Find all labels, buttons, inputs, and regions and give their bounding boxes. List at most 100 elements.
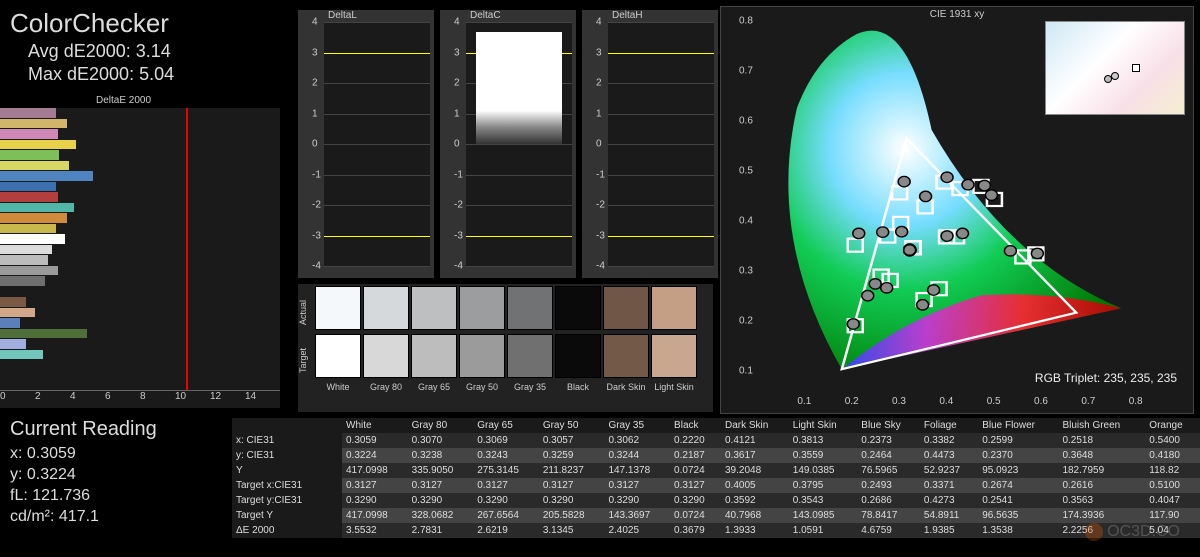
avg-de: Avg dE2000: 3.14 xyxy=(10,41,174,62)
data-cell: 76.5965 xyxy=(857,463,920,478)
cie-inset xyxy=(1045,21,1185,115)
current-fl: fL: 121.736 xyxy=(10,487,157,505)
data-cell: 4.6759 xyxy=(857,523,920,538)
data-cell: 0.3290 xyxy=(342,493,408,508)
swatch xyxy=(363,286,409,330)
data-cell: 143.0985 xyxy=(789,508,858,523)
col-header: Blue Sky xyxy=(857,418,920,433)
data-cell: 0.3069 xyxy=(473,433,539,448)
data-cell: 2.7831 xyxy=(408,523,474,538)
col-header: Gray 35 xyxy=(604,418,670,433)
row-label: Target x:CIE31 xyxy=(232,478,342,493)
de-bar xyxy=(0,108,56,118)
data-cell: 0.3679 xyxy=(670,523,721,538)
data-cell: 149.0385 xyxy=(789,463,858,478)
data-cell: 0.3057 xyxy=(539,433,605,448)
data-cell: 0.3813 xyxy=(789,433,858,448)
data-cell: 143.3697 xyxy=(604,508,670,523)
data-cell: 54.8911 xyxy=(920,508,978,523)
swatch xyxy=(411,334,457,378)
data-cell: 3.5532 xyxy=(342,523,408,538)
data-cell: 0.3062 xyxy=(604,433,670,448)
data-cell: 0.3127 xyxy=(604,478,670,493)
de-bar xyxy=(0,140,76,150)
data-table: WhiteGray 80Gray 65Gray 50Gray 35BlackDa… xyxy=(232,418,1200,538)
data-cell: 0.2599 xyxy=(978,433,1058,448)
data-cell: 0.2370 xyxy=(978,448,1058,463)
data-cell: 0.2220 xyxy=(670,433,721,448)
data-cell: 39.2048 xyxy=(721,463,789,478)
data-cell: 0.3259 xyxy=(539,448,605,463)
de-bar xyxy=(0,119,67,129)
swatch-label: Gray 35 xyxy=(506,382,554,392)
data-cell: 1.3538 xyxy=(978,523,1058,538)
data-cell: 0.2373 xyxy=(857,433,920,448)
data-cell: 96.5635 xyxy=(978,508,1058,523)
current-x: x: 0.3059 xyxy=(10,445,157,463)
col-header: Foliage xyxy=(920,418,978,433)
row-label: x: CIE31 xyxy=(232,433,342,448)
row-label: y: CIE31 xyxy=(232,448,342,463)
swatch-label: Gray 80 xyxy=(362,382,410,392)
data-cell: 2.4025 xyxy=(604,523,670,538)
data-cell: 0.2541 xyxy=(978,493,1058,508)
cie-chart: CIE 1931 xy 0.80.70.60.50.40.30.20.1 0.1… xyxy=(720,6,1194,414)
data-cell: 0.3127 xyxy=(539,478,605,493)
col-header: Blue Flower xyxy=(978,418,1058,433)
data-cell: 0.3371 xyxy=(920,478,978,493)
swatch xyxy=(507,286,553,330)
swatch xyxy=(603,334,649,378)
col-header: Gray 65 xyxy=(473,418,539,433)
swatch xyxy=(603,286,649,330)
data-cell: 1.0591 xyxy=(789,523,858,538)
data-cell: 0.3559 xyxy=(789,448,858,463)
data-cell: 0.3127 xyxy=(670,478,721,493)
data-cell: 0.4273 xyxy=(920,493,978,508)
data-cell: 0.3059 xyxy=(342,433,408,448)
page-title: ColorChecker xyxy=(10,8,174,39)
data-cell: 0.2616 xyxy=(1058,478,1145,493)
deltae-bar-chart: 02468101214 xyxy=(0,108,280,408)
de-bar xyxy=(0,350,43,360)
de-bar xyxy=(0,276,45,286)
data-cell: 417.0998 xyxy=(342,508,408,523)
swatch-label: Gray 65 xyxy=(410,382,458,392)
data-cell: 0.3290 xyxy=(408,493,474,508)
de-bar xyxy=(0,161,69,171)
row-label: Y xyxy=(232,463,342,478)
data-cell: 0.2187 xyxy=(670,448,721,463)
swatch xyxy=(555,334,601,378)
data-cell: 0.0724 xyxy=(670,463,721,478)
watermark: OC3D.CO xyxy=(1085,523,1180,541)
swatch-label: Gray 50 xyxy=(458,382,506,392)
data-cell: 0.4005 xyxy=(721,478,789,493)
col-header: Black xyxy=(670,418,721,433)
data-cell: 0.3563 xyxy=(1058,493,1145,508)
col-header: Orange xyxy=(1145,418,1200,433)
max-de: Max dE2000: 5.04 xyxy=(10,64,174,85)
de-bar xyxy=(0,255,48,265)
data-cell: 328.0682 xyxy=(408,508,474,523)
data-cell: 117.90 xyxy=(1145,508,1200,523)
swatch-label: Dark Skin xyxy=(602,382,650,392)
data-cell: 0.3224 xyxy=(342,448,408,463)
swatch xyxy=(459,286,505,330)
swatch xyxy=(315,286,361,330)
data-cell: 0.0724 xyxy=(670,508,721,523)
data-cell: 0.2518 xyxy=(1058,433,1145,448)
current-y: y: 0.3224 xyxy=(10,466,157,484)
rgb-triplet-label: RGB Triplet: 235, 235, 235 xyxy=(1035,371,1177,385)
data-cell: 267.6564 xyxy=(473,508,539,523)
data-cell: 0.3290 xyxy=(539,493,605,508)
data-cell: 0.2464 xyxy=(857,448,920,463)
row-label-target: Target xyxy=(298,348,308,373)
swatch xyxy=(363,334,409,378)
deltae-chart-title: DeltaE 2000 xyxy=(96,95,151,106)
data-cell: 0.2493 xyxy=(857,478,920,493)
data-cell: 0.3127 xyxy=(408,478,474,493)
swatch xyxy=(651,286,697,330)
data-cell: 174.3936 xyxy=(1058,508,1145,523)
data-cell: 182.7959 xyxy=(1058,463,1145,478)
de-bar xyxy=(0,266,58,276)
data-cell: 40.7968 xyxy=(721,508,789,523)
